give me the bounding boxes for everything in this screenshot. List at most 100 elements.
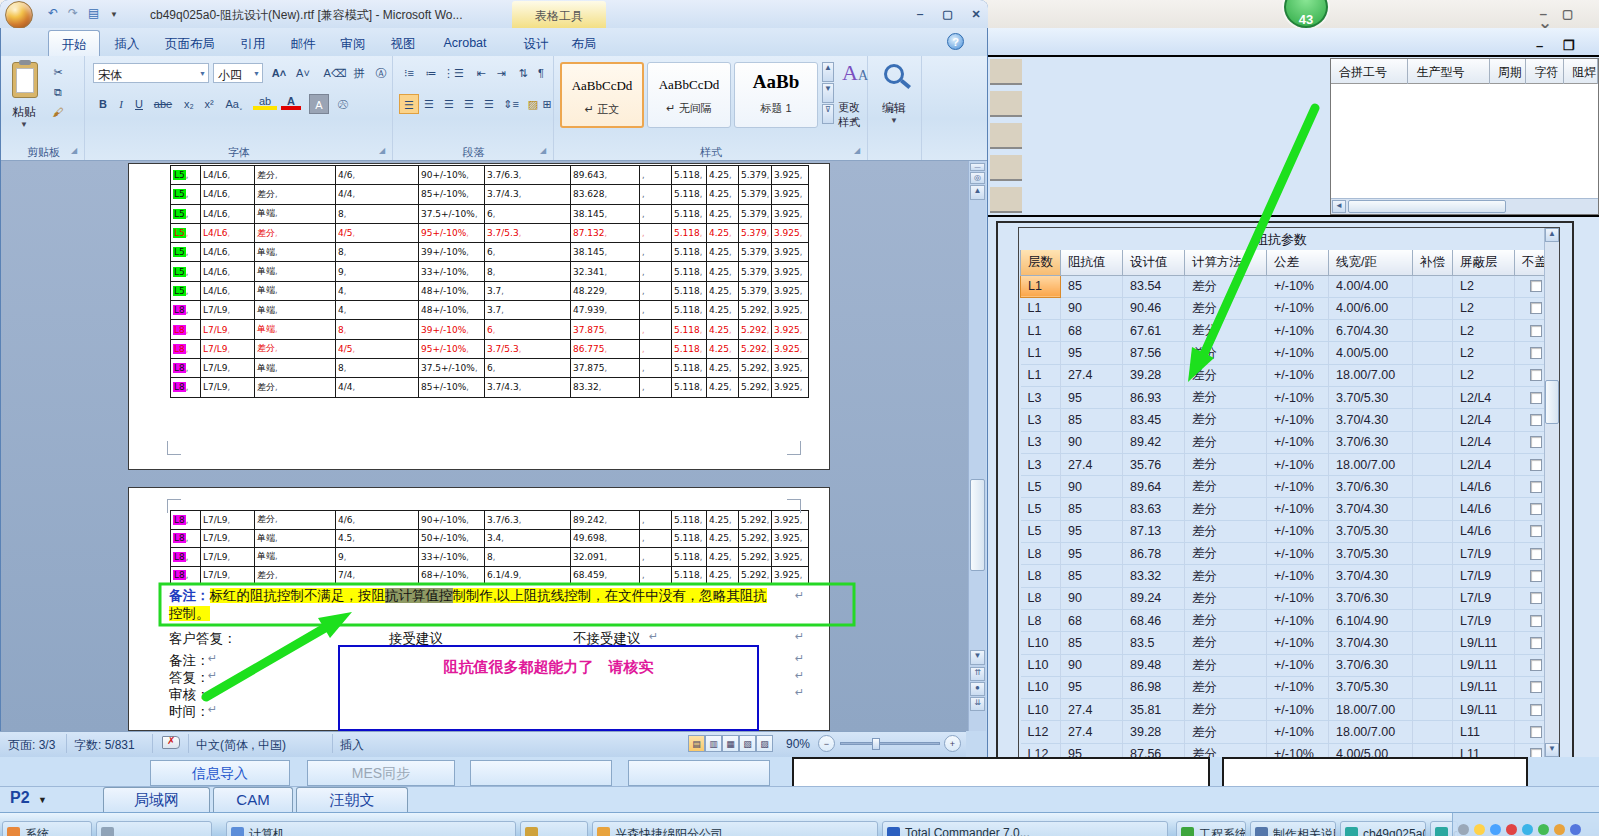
tray-icon[interactable] (1474, 824, 1485, 835)
tray-icon[interactable] (1554, 824, 1565, 835)
view-fullscreen[interactable]: ▥ (705, 735, 722, 752)
taskbar-item[interactable]: Total Commander 7.0... (882, 821, 1168, 836)
font-name-combo[interactable]: 宋体▼ (93, 63, 209, 83)
impedance-header[interactable]: 层数 (1021, 250, 1061, 275)
status-words[interactable]: 字数: 5/831 (74, 737, 135, 754)
tray-icon[interactable] (1506, 824, 1517, 835)
no-solder-checkbox[interactable] (1530, 592, 1542, 604)
view-draft[interactable]: ▨ (756, 735, 773, 752)
dialog-launcher[interactable]: ◢ (379, 146, 389, 156)
grow-font-button[interactable]: A˄ (267, 63, 291, 83)
job-table-header[interactable]: 生产型号 (1408, 59, 1489, 84)
impedance-row[interactable]: L109586.98差分+/-10%3.70/5.30L9/L11 (1021, 676, 1545, 698)
impedance-header[interactable]: 屏蔽层 (1453, 250, 1515, 275)
tray-icon[interactable] (1522, 824, 1533, 835)
office-button[interactable] (5, 1, 33, 29)
no-solder-checkbox[interactable] (1530, 503, 1542, 515)
taskbar-item[interactable]: 系统 (2, 821, 92, 836)
impedance-row[interactable]: L39586.93差分+/-10%3.70/5.30L2/L4 (1021, 386, 1545, 408)
word-vscrollbar[interactable]: — ◎ ▲ ▼ ⇈ ● ⇊ (968, 161, 986, 731)
impedance-row[interactable]: L1027.435.81差分+/-10%18.00/7.00L9/L11 (1021, 699, 1545, 721)
bold-button[interactable]: B (93, 94, 113, 114)
superscript-button[interactable]: x² (199, 94, 219, 114)
phonetic-button[interactable]: 拼 (349, 63, 369, 83)
no-solder-checkbox[interactable] (1530, 704, 1542, 716)
style-card-nospacing[interactable]: AaBbCcDd↵ 无间隔 (647, 62, 731, 128)
tab-wangchaowen[interactable]: 汪朝文 (296, 787, 408, 812)
toolbox-button[interactable] (990, 187, 1022, 213)
impedance-row[interactable]: L89089.24差分+/-10%3.70/6.30L7/L9 (1021, 587, 1545, 609)
no-solder-checkbox[interactable] (1530, 726, 1542, 738)
impedance-header[interactable]: 设计值 (1123, 250, 1185, 275)
impedance-row[interactable]: L39089.42差分+/-10%3.70/6.30L2/L4 (1021, 431, 1545, 453)
dialog-launcher[interactable]: ◢ (854, 146, 864, 156)
help-button[interactable]: ? (947, 33, 964, 50)
impedance-row[interactable]: L19090.46差分+/-10%4.00/6.00L2 (1021, 297, 1545, 319)
impedance-row[interactable]: L59587.13差分+/-10%3.70/5.30L4/L6 (1021, 520, 1545, 542)
impedance-row[interactable]: L19587.56差分+/-10%4.00/5.00L2 (1021, 342, 1545, 364)
no-solder-checkbox[interactable] (1530, 436, 1542, 448)
word-tab-7[interactable]: 视图 (380, 30, 426, 56)
tray-icon[interactable] (1538, 824, 1549, 835)
impedance-header[interactable]: 不盖油 (1515, 250, 1545, 275)
no-solder-checkbox[interactable] (1530, 302, 1542, 314)
styles-scroll-up[interactable]: ▲ (822, 62, 834, 82)
zoom-out-button[interactable]: − (818, 735, 835, 752)
impedance-header[interactable]: 计算方法 (1185, 250, 1267, 275)
align-right-button[interactable]: ☰ (439, 94, 459, 114)
underline-button[interactable]: U (129, 94, 149, 114)
dialog-launcher[interactable]: ◢ (71, 146, 81, 156)
change-styles-button[interactable]: 更改样式 (838, 100, 867, 130)
status-language[interactable]: 中文(简体 , 中国) (196, 737, 286, 754)
line-spacing-button[interactable]: ⇕≡ (501, 94, 521, 114)
word-contextual-tab-2[interactable]: 布局 (562, 30, 606, 56)
undo-button[interactable]: ↶ (48, 6, 58, 20)
impedance-row[interactable]: L127.439.28差分+/-10%18.00/7.00L2 (1021, 364, 1545, 386)
status-insert-mode[interactable]: 插入 (340, 737, 364, 754)
spellcheck-icon[interactable] (162, 736, 180, 749)
no-solder-checkbox[interactable] (1530, 748, 1542, 757)
enclose-char-button[interactable]: ㊅ (333, 94, 353, 114)
editing-dropdown[interactable]: ▼ (890, 116, 898, 125)
impedance-header[interactable]: 公差 (1267, 250, 1329, 275)
styles-scroll-down[interactable]: ▼ (822, 83, 834, 103)
change-case-button[interactable]: Aa˯ (221, 94, 247, 114)
highlight-color-button[interactable]: ab (253, 94, 277, 110)
numbering-button[interactable]: ≔ (421, 63, 441, 83)
job-table-header[interactable]: 字符 (1526, 59, 1564, 84)
taskbar-item[interactable]: cb49q025a0制作前 (1340, 821, 1426, 836)
no-solder-checkbox[interactable] (1530, 548, 1542, 560)
tab-cam[interactable]: CAM (213, 787, 293, 812)
impedance-row[interactable]: L18583.54差分+/-10%4.00/4.00L2 (1021, 275, 1545, 297)
zoom-level[interactable]: 90% (786, 737, 810, 751)
impedance-row[interactable]: L109089.48差分+/-10%3.70/6.30L9/L11 (1021, 654, 1545, 676)
justify-button[interactable]: ☰ (459, 94, 479, 114)
no-solder-checkbox[interactable] (1530, 570, 1542, 582)
zoom-slider[interactable] (840, 742, 940, 745)
font-color-button[interactable]: A (281, 94, 301, 110)
no-solder-checkbox[interactable] (1530, 525, 1542, 537)
impedance-header[interactable]: 线宽/距 (1329, 250, 1413, 275)
impedance-vscrollbar[interactable]: ▲ ▼ (1544, 228, 1559, 777)
toolbox-button[interactable] (990, 59, 1022, 85)
char-shading-button[interactable]: A (309, 94, 329, 114)
no-solder-checkbox[interactable] (1530, 325, 1542, 337)
word-tab-6[interactable]: 审阅 (330, 30, 376, 56)
pilcrow-button[interactable]: ¶ (531, 63, 551, 83)
styles-more[interactable]: ⊽ (822, 104, 834, 124)
tab-lan[interactable]: 局域网 (103, 787, 210, 812)
taskbar-item[interactable] (96, 821, 212, 836)
paste-dropdown[interactable]: ▼ (20, 120, 28, 129)
impedance-row[interactable]: L89586.78差分+/-10%3.70/5.30L7/L9 (1021, 543, 1545, 565)
no-solder-checkbox[interactable] (1530, 347, 1542, 359)
align-center-button[interactable]: ☰ (419, 94, 439, 114)
decrease-indent-button[interactable]: ⇤ (471, 63, 491, 83)
blank-button-1[interactable] (470, 760, 612, 786)
no-solder-checkbox[interactable] (1530, 369, 1542, 381)
tray-icon[interactable] (1490, 824, 1501, 835)
impedance-row[interactable]: L58583.63差分+/-10%3.70/4.30L4/L6 (1021, 498, 1545, 520)
multilevel-button[interactable]: ⋮☰ (443, 63, 463, 83)
no-solder-checkbox[interactable] (1530, 481, 1542, 493)
blank-button-2[interactable] (628, 760, 770, 786)
editing-button[interactable]: 编辑 (882, 100, 906, 117)
